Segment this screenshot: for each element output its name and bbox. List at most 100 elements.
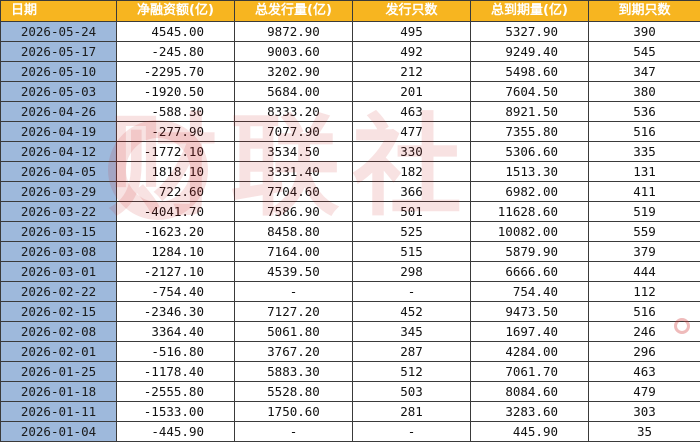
cell-net-financing: -277.90 <box>117 122 235 142</box>
cell-net-financing: -1772.10 <box>117 142 235 162</box>
cell-date: 2026-04-26 <box>1 102 117 122</box>
cell-date: 2026-03-29 <box>1 182 117 202</box>
cell-net-financing: -2346.30 <box>117 302 235 322</box>
cell-total-issuance: 9872.90 <box>235 22 353 42</box>
cell-total-issuance: 7164.00 <box>235 242 353 262</box>
cell-total-maturity: 5327.90 <box>471 22 589 42</box>
cell-total-issuance: 3534.50 <box>235 142 353 162</box>
cell-issuance-count: 515 <box>353 242 471 262</box>
cell-date: 2026-04-19 <box>1 122 117 142</box>
table-row: 2026-02-01-516.803767.202874284.00296 <box>1 342 700 362</box>
cell-issuance-count: 298 <box>353 262 471 282</box>
cell-date: 2026-01-11 <box>1 402 117 422</box>
table-row: 2026-05-17-245.809003.604929249.40545 <box>1 42 700 62</box>
table-row: 2026-03-29722.607704.603666982.00411 <box>1 182 700 202</box>
cell-net-financing: -2555.80 <box>117 382 235 402</box>
cell-maturity-count: 379 <box>589 242 700 262</box>
cell-maturity-count: 112 <box>589 282 700 302</box>
cell-net-financing: 4545.00 <box>117 22 235 42</box>
cell-issuance-count: 463 <box>353 102 471 122</box>
table-row: 2026-01-25-1178.405883.305127061.70463 <box>1 362 700 382</box>
cell-net-financing: -516.80 <box>117 342 235 362</box>
header-net-financing: 净融资额(亿) <box>117 1 235 22</box>
cell-maturity-count: 444 <box>589 262 700 282</box>
table-row: 2026-04-19-277.907077.904777355.80516 <box>1 122 700 142</box>
cell-total-maturity: 1513.30 <box>471 162 589 182</box>
cell-maturity-count: 131 <box>589 162 700 182</box>
cell-date: 2026-02-15 <box>1 302 117 322</box>
cell-issuance-count: 281 <box>353 402 471 422</box>
cell-total-issuance: 7077.90 <box>235 122 353 142</box>
cell-total-maturity: 5306.60 <box>471 142 589 162</box>
cell-maturity-count: 380 <box>589 82 700 102</box>
table-container: 日期 净融资额(亿) 总发行量(亿) 发行只数 总到期量(亿) 到期只数 202… <box>0 0 700 422</box>
header-row: 日期 净融资额(亿) 总发行量(亿) 发行只数 总到期量(亿) 到期只数 <box>1 1 700 22</box>
table-row: 2026-01-11-1533.001750.602813283.60303 <box>1 402 700 422</box>
header-total-maturity: 总到期量(亿) <box>471 1 589 22</box>
cell-maturity-count: 303 <box>589 402 700 422</box>
cell-maturity-count: 519 <box>589 202 700 222</box>
cell-issuance-count: 503 <box>353 382 471 402</box>
cell-net-financing: -754.40 <box>117 282 235 302</box>
cell-total-maturity: 7355.80 <box>471 122 589 142</box>
cell-total-issuance: - <box>235 422 353 442</box>
cell-total-issuance: 4539.50 <box>235 262 353 282</box>
cell-net-financing: 1818.10 <box>117 162 235 182</box>
cell-date: 2026-02-22 <box>1 282 117 302</box>
cell-issuance-count: 512 <box>353 362 471 382</box>
cell-maturity-count: 536 <box>589 102 700 122</box>
cell-net-financing: -445.90 <box>117 422 235 442</box>
cell-total-issuance: 5528.80 <box>235 382 353 402</box>
header-date: 日期 <box>1 1 117 22</box>
cell-total-issuance: 7704.60 <box>235 182 353 202</box>
cell-maturity-count: 347 <box>589 62 700 82</box>
cell-maturity-count: 479 <box>589 382 700 402</box>
cell-issuance-count: 452 <box>353 302 471 322</box>
cell-maturity-count: 246 <box>589 322 700 342</box>
cell-total-maturity: 754.40 <box>471 282 589 302</box>
cell-total-issuance: 7127.20 <box>235 302 353 322</box>
cell-net-financing: -1533.00 <box>117 402 235 422</box>
table-row: 2026-02-15-2346.307127.204529473.50516 <box>1 302 700 322</box>
table-header: 日期 净融资额(亿) 总发行量(亿) 发行只数 总到期量(亿) 到期只数 <box>1 1 700 22</box>
cell-date: 2026-05-03 <box>1 82 117 102</box>
cell-total-maturity: 5498.60 <box>471 62 589 82</box>
cell-issuance-count: 495 <box>353 22 471 42</box>
cell-issuance-count: 492 <box>353 42 471 62</box>
cell-total-maturity: 8921.50 <box>471 102 589 122</box>
cell-total-maturity: 445.90 <box>471 422 589 442</box>
cell-total-maturity: 6666.60 <box>471 262 589 282</box>
cell-date: 2026-01-18 <box>1 382 117 402</box>
table-row: 2026-03-15-1623.208458.8052510082.00559 <box>1 222 700 242</box>
cell-net-financing: -588.30 <box>117 102 235 122</box>
cell-date: 2026-03-01 <box>1 262 117 282</box>
cell-maturity-count: 463 <box>589 362 700 382</box>
cell-total-maturity: 4284.00 <box>471 342 589 362</box>
table-row: 2026-04-051818.103331.401821513.30131 <box>1 162 700 182</box>
cell-date: 2026-04-12 <box>1 142 117 162</box>
cell-maturity-count: 390 <box>589 22 700 42</box>
cell-total-maturity: 5879.90 <box>471 242 589 262</box>
table-row: 2026-04-26-588.308333.204638921.50536 <box>1 102 700 122</box>
cell-maturity-count: 516 <box>589 302 700 322</box>
cell-maturity-count: 35 <box>589 422 700 442</box>
table-row: 2026-03-01-2127.104539.502986666.60444 <box>1 262 700 282</box>
cell-total-issuance: 1750.60 <box>235 402 353 422</box>
cell-date: 2026-01-04 <box>1 422 117 442</box>
cell-maturity-count: 559 <box>589 222 700 242</box>
cell-net-financing: -4041.70 <box>117 202 235 222</box>
cell-issuance-count: 330 <box>353 142 471 162</box>
cell-total-maturity: 7604.50 <box>471 82 589 102</box>
table-row: 2026-02-083364.405061.803451697.40246 <box>1 322 700 342</box>
table-row: 2026-02-22-754.40--754.40112 <box>1 282 700 302</box>
cell-total-issuance: 3202.90 <box>235 62 353 82</box>
header-issuance-count: 发行只数 <box>353 1 471 22</box>
cell-total-issuance: 8333.20 <box>235 102 353 122</box>
cell-total-maturity: 6982.00 <box>471 182 589 202</box>
cell-total-issuance: 3331.40 <box>235 162 353 182</box>
cell-net-financing: -1178.40 <box>117 362 235 382</box>
cell-total-issuance: 9003.60 <box>235 42 353 62</box>
table-row: 2026-03-081284.107164.005155879.90379 <box>1 242 700 262</box>
cell-net-financing: -2127.10 <box>117 262 235 282</box>
cell-date: 2026-05-17 <box>1 42 117 62</box>
